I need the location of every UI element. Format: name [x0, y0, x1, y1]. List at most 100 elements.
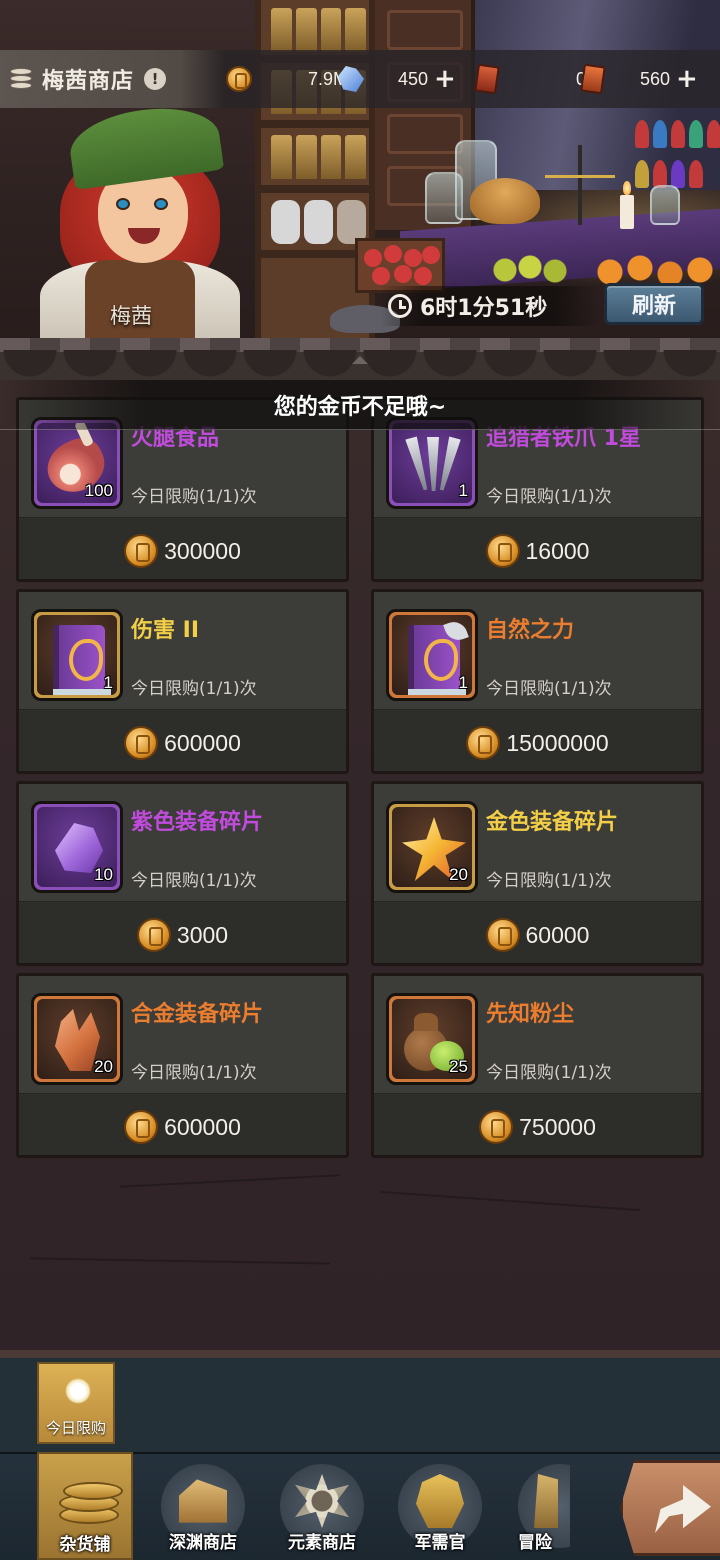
- item-icon-frame: 25: [386, 993, 478, 1085]
- resource-ticket-red: 0: [474, 62, 586, 96]
- item-name: 金色装备碎片: [486, 810, 619, 835]
- balance-scale: [545, 145, 615, 235]
- crystal-icon: [338, 66, 364, 92]
- purchase-limit: 今日限购(1/1)次: [131, 871, 257, 891]
- purchase-limit: 今日限购(1/1)次: [486, 487, 612, 507]
- shop-title: 梅茜商店: [42, 69, 135, 94]
- gold-amount: 7.9M: [307, 68, 348, 89]
- item-quantity: 100: [84, 481, 113, 500]
- purchase-limit: 今日限购(1/1)次: [486, 871, 612, 891]
- price-button[interactable]: 3000: [19, 918, 346, 952]
- resource-crystal: 450 +: [338, 62, 456, 96]
- item-price: 15000000: [506, 729, 609, 756]
- nav-label: 深渊商店: [169, 1533, 237, 1553]
- price-button[interactable]: 300000: [19, 534, 346, 568]
- add-ticket-button[interactable]: +: [676, 66, 698, 92]
- item-price: 600000: [164, 729, 241, 756]
- info-icon[interactable]: !: [144, 68, 167, 90]
- price-button[interactable]: 600000: [19, 1110, 346, 1144]
- item-quantity: 1: [458, 673, 468, 692]
- purchase-limit: 今日限购(1/1)次: [131, 1063, 257, 1083]
- subtab-label: 今日限购: [45, 1419, 106, 1437]
- item-quantity: 20: [94, 1057, 113, 1076]
- item-icon-frame: 20: [386, 801, 478, 893]
- price-button[interactable]: 15000000: [374, 726, 701, 760]
- shop-item-card[interactable]: 1 伤害 II 今日限购(1/1)次 600000: [16, 589, 349, 774]
- gold-coin-icon: [485, 534, 520, 568]
- claw-icon: [408, 437, 458, 495]
- bread-basket: [470, 178, 540, 224]
- resource-gold: 7.9M: [226, 62, 348, 96]
- fruit-pile: [490, 255, 585, 285]
- item-name: 先知粉尘: [486, 1002, 575, 1027]
- item-price: 60000: [525, 921, 590, 948]
- next-page-button[interactable]: [620, 1460, 720, 1556]
- item-quantity: 20: [449, 865, 468, 884]
- gold-coin-icon: [124, 534, 159, 568]
- add-crystal-button[interactable]: +: [434, 66, 456, 92]
- shop-title-badge: 梅茜商店 !: [0, 50, 225, 108]
- nav-element-shop[interactable]: 元素商店: [272, 1452, 372, 1560]
- nav-label: 军需官: [414, 1533, 466, 1553]
- toast-text: 您的金币不足哦~: [273, 394, 447, 420]
- item-icon-frame: 1: [386, 609, 478, 701]
- price-button[interactable]: 600000: [19, 726, 346, 760]
- shop-item-card[interactable]: 10 紫色装备碎片 今日限购(1/1)次 3000: [16, 781, 349, 966]
- fruit-crate: [355, 238, 445, 293]
- item-icon-frame: 1: [386, 417, 478, 509]
- gold-coin-icon: [226, 66, 252, 92]
- awning-pointer: [352, 356, 368, 364]
- gold-coin-icon: [136, 918, 171, 952]
- gold-coin-icon: [479, 1110, 514, 1144]
- gold-coin-icon: [466, 726, 501, 760]
- ticket-icon: [580, 63, 606, 95]
- ticket-amount: 0: [498, 69, 586, 90]
- price-button[interactable]: 750000: [374, 1110, 701, 1144]
- nav-label: 元素商店: [288, 1533, 356, 1553]
- item-icon-frame: 100: [31, 417, 123, 509]
- subtab-daily-limit[interactable]: 今日限购: [37, 1362, 115, 1444]
- item-price: 600000: [164, 1113, 241, 1140]
- item-name: 自然之力: [486, 618, 575, 643]
- toast-message: 您的金币不足哦~: [0, 380, 720, 430]
- purchase-limit: 今日限购(1/1)次: [486, 679, 612, 699]
- jar: [650, 185, 680, 225]
- shop-item-card[interactable]: 25 先知粉尘 今日限购(1/1)次 750000: [371, 973, 704, 1158]
- spellbook-icon: [53, 625, 111, 695]
- candle: [620, 181, 634, 229]
- nav-abyss-shop[interactable]: 深渊商店: [153, 1452, 253, 1560]
- item-quantity: 1: [458, 481, 468, 500]
- nav-adventure[interactable]: 冒险: [500, 1452, 570, 1560]
- gold-coin-icon: [485, 918, 520, 952]
- price-button[interactable]: 16000: [374, 534, 701, 568]
- gold-coin-icon: [124, 1110, 159, 1144]
- item-name: 合金装备碎片: [131, 1002, 264, 1027]
- shop-item-card[interactable]: 20 金色装备碎片 今日限购(1/1)次 60000: [371, 781, 704, 966]
- purchase-limit: 今日限购(1/1)次: [131, 487, 257, 507]
- nav-quartermaster[interactable]: 军需官: [390, 1452, 490, 1560]
- item-icon-frame: 20: [31, 993, 123, 1085]
- purchase-limit: 今日限购(1/1)次: [131, 679, 257, 699]
- purchase-limit: 今日限购(1/1)次: [486, 1063, 612, 1083]
- item-icon-frame: 10: [31, 801, 123, 893]
- item-price: 3000: [176, 921, 229, 948]
- item-quantity: 1: [103, 673, 113, 692]
- item-price: 300000: [164, 537, 241, 564]
- nav-grocery[interactable]: 杂货铺: [37, 1452, 133, 1560]
- item-price: 750000: [519, 1113, 596, 1140]
- crystal-amount: 450: [397, 68, 428, 89]
- item-price: 16000: [525, 537, 590, 564]
- item-icon-frame: 1: [31, 609, 123, 701]
- coin-stack-icon: [59, 1476, 123, 1530]
- coins-stack-icon: [10, 68, 34, 90]
- ticket-icon: [474, 63, 500, 95]
- item-quantity: 25: [449, 1057, 468, 1076]
- shop-item-card[interactable]: 20 合金装备碎片 今日限购(1/1)次 600000: [16, 973, 349, 1158]
- ticket-amount: 560: [639, 68, 670, 89]
- refresh-button[interactable]: 刷新: [604, 283, 704, 325]
- arrow-right-icon: [655, 1485, 711, 1533]
- shop-item-card[interactable]: 1 自然之力 今日限购(1/1)次 15000000: [371, 589, 704, 774]
- price-button[interactable]: 60000: [374, 918, 701, 952]
- resource-ticket-orange: 560 +: [580, 62, 698, 96]
- shopkeeper-name: 梅茜: [110, 304, 152, 328]
